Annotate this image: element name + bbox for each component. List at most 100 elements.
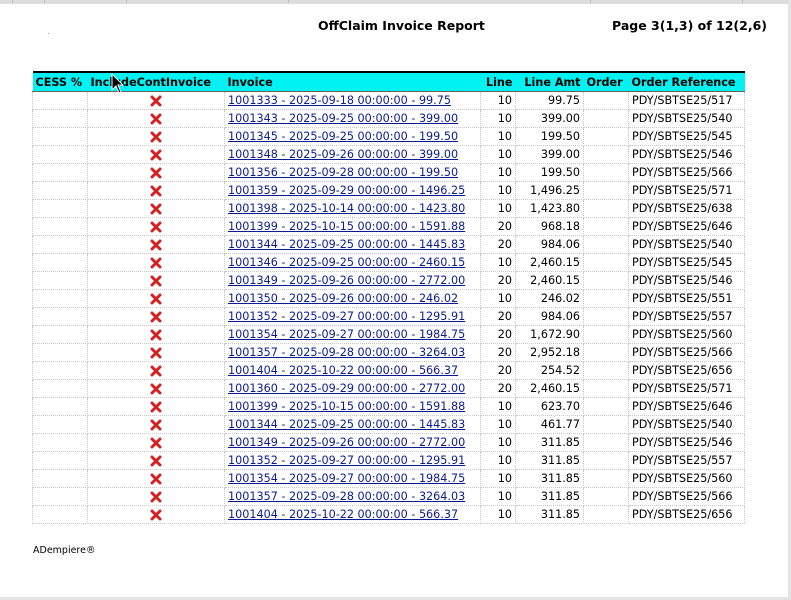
line-cell: 20 [480,343,516,362]
order-reference-cell: PDY/SBTSE25/545 [628,253,745,272]
red-x-icon [150,347,162,359]
line-cell: 20 [480,307,516,326]
column-header-cess[interactable]: CESS % [32,71,88,92]
cess-cell [32,397,88,416]
cess-cell [32,433,88,452]
invoice-link[interactable]: 1001398 - 2025-10-14 00:00:00 - 1423.80 [228,202,465,215]
invoice-link[interactable]: 1001357 - 2025-09-28 00:00:00 - 3264.03 [228,490,465,503]
line-amt-cell: 311.85 [515,487,584,506]
line-amt-cell: 461.77 [515,415,584,434]
include-cont-invoice-cell [87,199,225,218]
invoice-link[interactable]: 1001359 - 2025-09-29 00:00:00 - 1496.25 [228,184,465,197]
invoice-cell: 1001356 - 2025-09-28 00:00:00 - 199.50 [224,163,481,182]
order-reference-cell: PDY/SBTSE25/546 [628,145,745,164]
line-cell: 20 [480,379,516,398]
order-cell [583,469,629,488]
line-cell: 10 [480,127,516,146]
order-cell [583,163,629,182]
order-reference-cell: PDY/SBTSE25/546 [628,271,745,290]
line-cell: 10 [480,397,516,416]
invoice-link[interactable]: 1001354 - 2025-09-27 00:00:00 - 1984.75 [228,472,465,485]
red-x-icon [150,257,162,269]
invoice-cell: 1001404 - 2025-10-22 00:00:00 - 566.37 [224,505,481,524]
column-header-order[interactable]: Order [583,71,629,92]
invoice-link[interactable]: 1001357 - 2025-09-28 00:00:00 - 3264.03 [228,346,465,359]
line-cell: 10 [480,199,516,218]
table-row: 1001354 - 2025-09-27 00:00:00 - 1984.75 2… [32,325,745,344]
red-x-icon [150,131,162,143]
red-x-icon [150,383,162,395]
cess-cell [32,217,88,236]
column-header-line[interactable]: Line [480,71,516,92]
include-cont-invoice-cell [87,271,225,290]
line-cell: 20 [480,217,516,236]
line-cell: 10 [480,415,516,434]
invoice-link[interactable]: 1001348 - 2025-09-26 00:00:00 - 399.00 [228,148,458,161]
order-cell [583,343,629,362]
invoice-cell: 1001357 - 2025-09-28 00:00:00 - 3264.03 [224,343,481,362]
invoice-link[interactable]: 1001349 - 2025-09-26 00:00:00 - 2772.00 [228,436,465,449]
line-amt-cell: 1,423.80 [515,199,584,218]
table-row: 1001349 - 2025-09-26 00:00:00 - 2772.00 1… [32,433,745,452]
line-amt-cell: 99.75 [515,91,584,110]
invoice-link[interactable]: 1001354 - 2025-09-27 00:00:00 - 1984.75 [228,328,465,341]
table-row: 1001344 - 2025-09-25 00:00:00 - 1445.83 2… [32,235,745,254]
line-cell: 20 [480,361,516,380]
include-cont-invoice-cell [87,181,225,200]
include-cont-invoice-cell [87,343,225,362]
invoice-link[interactable]: 1001352 - 2025-09-27 00:00:00 - 1295.91 [228,310,465,323]
invoice-link[interactable]: 1001346 - 2025-09-25 00:00:00 - 2460.15 [228,256,465,269]
order-cell [583,271,629,290]
table-row: 1001352 - 2025-09-27 00:00:00 - 1295.91 1… [32,451,745,470]
invoice-cell: 1001349 - 2025-09-26 00:00:00 - 2772.00 [224,271,481,290]
invoice-link[interactable]: 1001344 - 2025-09-25 00:00:00 - 1445.83 [228,238,465,251]
invoice-link[interactable]: 1001356 - 2025-09-28 00:00:00 - 199.50 [228,166,458,179]
cess-cell [32,109,88,128]
invoice-link[interactable]: 1001345 - 2025-09-25 00:00:00 - 199.50 [228,130,458,143]
red-x-icon [150,365,162,377]
red-x-icon [150,167,162,179]
invoice-link[interactable]: 1001360 - 2025-09-29 00:00:00 - 2772.00 [228,382,465,395]
order-cell [583,433,629,452]
table-row: 1001404 - 2025-10-22 00:00:00 - 566.37 20… [32,361,745,380]
table-row: 1001359 - 2025-09-29 00:00:00 - 1496.25 1… [32,181,745,200]
line-amt-cell: 984.06 [515,307,584,326]
invoice-cell: 1001399 - 2025-10-15 00:00:00 - 1591.88 [224,397,481,416]
line-amt-cell: 311.85 [515,505,584,524]
order-reference-cell: PDY/SBTSE25/571 [628,379,745,398]
invoice-link[interactable]: 1001404 - 2025-10-22 00:00:00 - 566.37 [228,364,458,377]
invoice-link[interactable]: 1001352 - 2025-09-27 00:00:00 - 1295.91 [228,454,465,467]
table-row: 1001352 - 2025-09-27 00:00:00 - 1295.91 2… [32,307,745,326]
cess-cell [32,271,88,290]
column-header-invoice[interactable]: Invoice [224,71,481,92]
invoice-cell: 1001346 - 2025-09-25 00:00:00 - 2460.15 [224,253,481,272]
invoice-cell: 1001333 - 2025-09-18 00:00:00 - 99.75 [224,91,481,110]
line-amt-cell: 2,460.15 [515,253,584,272]
table-row: 1001346 - 2025-09-25 00:00:00 - 2460.15 1… [32,253,745,272]
line-cell: 10 [480,433,516,452]
invoice-cell: 1001359 - 2025-09-29 00:00:00 - 1496.25 [224,181,481,200]
column-header-line-amt[interactable]: Line Amt [515,71,584,92]
invoice-link[interactable]: 1001399 - 2025-10-15 00:00:00 - 1591.88 [228,400,465,413]
table-row: 1001357 - 2025-09-28 00:00:00 - 3264.03 2… [32,343,745,362]
order-reference-cell: PDY/SBTSE25/656 [628,505,745,524]
line-cell: 10 [480,469,516,488]
invoice-link[interactable]: 1001399 - 2025-10-15 00:00:00 - 1591.88 [228,220,465,233]
invoice-link[interactable]: 1001404 - 2025-10-22 00:00:00 - 566.37 [228,508,458,521]
invoice-link[interactable]: 1001350 - 2025-09-26 00:00:00 - 246.02 [228,292,458,305]
invoice-link[interactable]: 1001349 - 2025-09-26 00:00:00 - 2772.00 [228,274,465,287]
table-row: 1001357 - 2025-09-28 00:00:00 - 3264.03 1… [32,487,745,506]
invoice-cell: 1001399 - 2025-10-15 00:00:00 - 1591.88 [224,217,481,236]
invoice-link[interactable]: 1001344 - 2025-09-25 00:00:00 - 1445.83 [228,418,465,431]
invoice-cell: 1001343 - 2025-09-25 00:00:00 - 399.00 [224,109,481,128]
invoice-report-table: CESS % IncludeContInvoice Invoice Line L… [32,71,745,524]
red-x-icon [150,95,162,107]
order-cell [583,379,629,398]
order-reference-cell: PDY/SBTSE25/571 [628,181,745,200]
invoice-link[interactable]: 1001343 - 2025-09-25 00:00:00 - 399.00 [228,112,458,125]
invoice-link[interactable]: 1001333 - 2025-09-18 00:00:00 - 99.75 [228,94,451,107]
column-header-include-cont-invoice[interactable]: IncludeContInvoice [87,71,225,92]
cess-cell [32,325,88,344]
column-header-order-reference[interactable]: Order Reference [628,71,745,92]
decorative-dot [48,33,49,34]
